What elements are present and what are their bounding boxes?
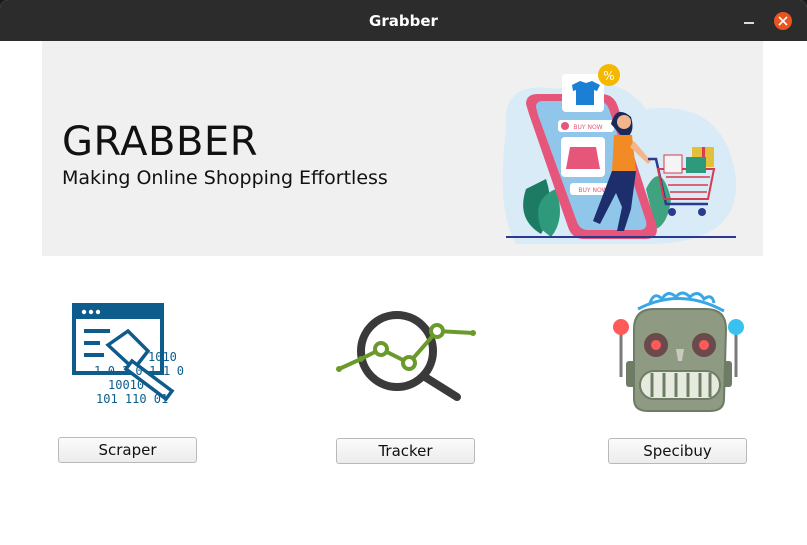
binary-line-4: 101 110 01 bbox=[96, 392, 168, 406]
minimize-button[interactable] bbox=[741, 12, 757, 28]
app-window: Grabber GRABBER Making Online Shopping E… bbox=[0, 0, 807, 545]
banner-subtitle: Making Online Shopping Effortless bbox=[62, 167, 388, 189]
tracker-icon bbox=[336, 311, 476, 401]
close-button[interactable] bbox=[774, 12, 792, 30]
binary-line-1: 1010 bbox=[148, 350, 177, 364]
close-icon bbox=[778, 16, 788, 26]
specibuy-button[interactable]: Specibuy bbox=[608, 438, 747, 464]
binary-line-3: 10010 bbox=[108, 378, 144, 392]
shopping-illustration: % BUY NOW BUY NOW bbox=[496, 59, 746, 249]
buy-now-label-1: BUY NOW bbox=[573, 124, 602, 131]
window-title: Grabber bbox=[369, 11, 438, 30]
scraper-button[interactable]: Scraper bbox=[58, 437, 197, 463]
skirt-icon bbox=[566, 147, 600, 169]
binary-line-2: 1010110 bbox=[94, 364, 184, 378]
title-bar[interactable]: Grabber bbox=[0, 0, 807, 41]
robot-icon bbox=[613, 291, 744, 412]
main-content: GRABBER Making Online Shopping Effortles… bbox=[0, 41, 807, 545]
tracker-button[interactable]: Tracker bbox=[336, 438, 475, 464]
scraper-icon: 1010 1010110 10010 101 110 01 bbox=[72, 303, 184, 406]
discount-badge-label: % bbox=[603, 69, 614, 83]
buy-now-label-2: BUY NOW bbox=[578, 187, 607, 194]
banner-title: GRABBER bbox=[62, 119, 258, 165]
banner: GRABBER Making Online Shopping Effortles… bbox=[42, 41, 763, 256]
